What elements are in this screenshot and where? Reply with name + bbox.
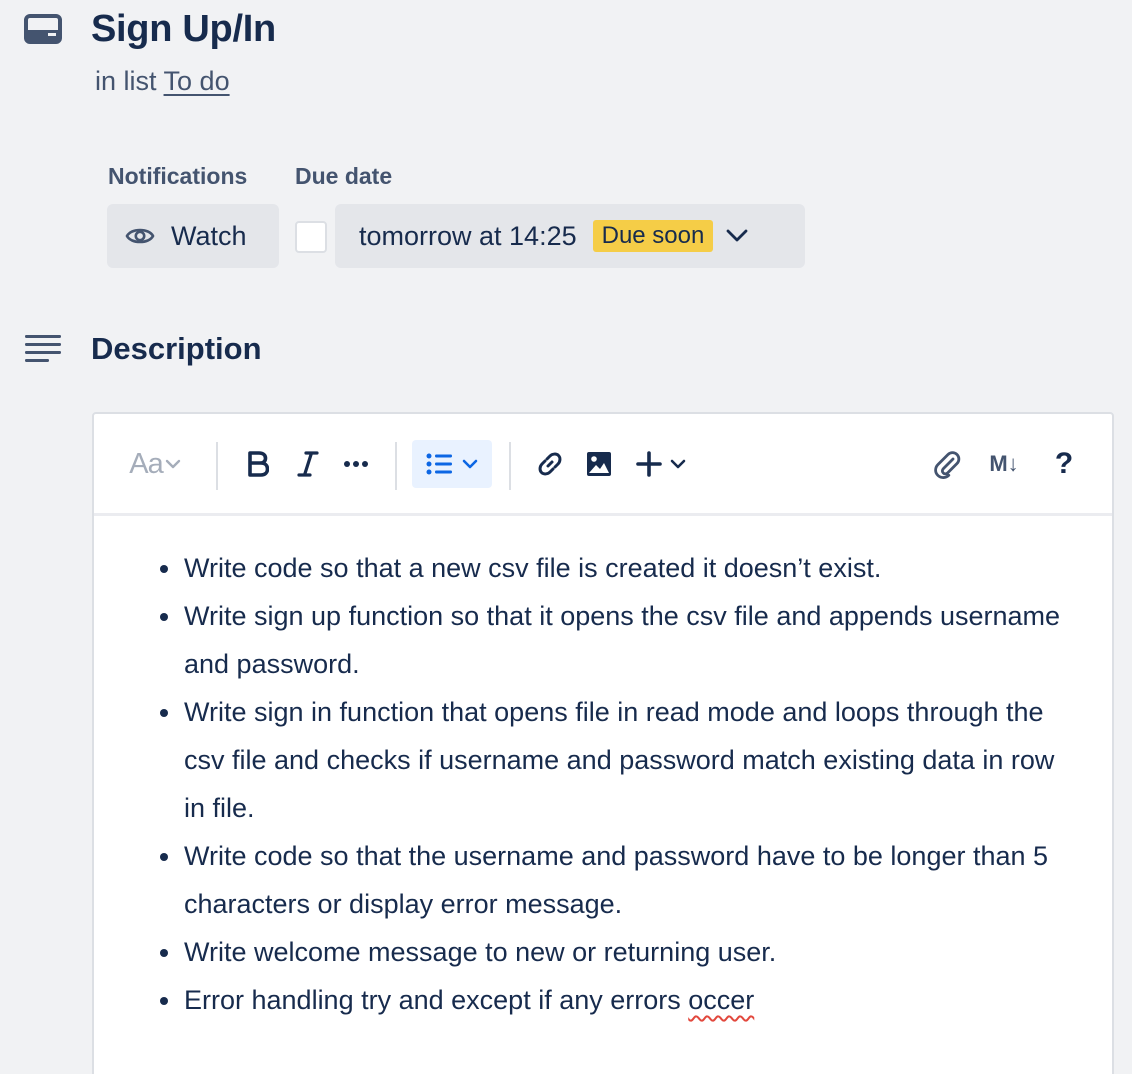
markdown-icon: M↓ [989, 451, 1019, 476]
italic-icon [297, 451, 319, 477]
bullet-list-icon [426, 453, 452, 475]
notifications-label: Notifications [108, 163, 248, 189]
card-title[interactable]: Sign Up/In [91, 6, 276, 52]
list-info: in list To do [95, 64, 230, 98]
image-icon [587, 452, 611, 476]
italic-button[interactable] [288, 444, 328, 484]
help-icon: ? [1054, 447, 1074, 480]
chevron-down-icon [165, 459, 180, 469]
description-content[interactable]: Write code so that a new csv file is cre… [94, 544, 1112, 1024]
task-list: Write code so that a new csv file is cre… [94, 544, 1112, 1024]
more-formatting-icon [344, 461, 368, 467]
insert-icon [636, 451, 662, 477]
bold-icon [248, 451, 269, 477]
image-button[interactable] [579, 444, 619, 484]
list-item: Write welcome message to new or returnin… [183, 928, 1072, 976]
link-button[interactable] [530, 444, 570, 484]
insert-button[interactable] [630, 444, 692, 484]
description-editor[interactable]: Aa M↓ ? • Write code so that a new csv f… [92, 412, 1114, 1074]
misspelled-word: occer [688, 985, 755, 1015]
due-complete-checkbox[interactable] [295, 221, 327, 253]
link-icon [538, 452, 562, 476]
card-icon [24, 14, 62, 44]
list-item: Write code so that the username and pass… [183, 832, 1072, 928]
attachment-icon [934, 451, 961, 479]
help-button[interactable]: ? [1044, 444, 1084, 484]
markdown-button[interactable]: M↓ [980, 444, 1028, 484]
list-prefix: in list [95, 66, 157, 96]
due-date-button[interactable]: tomorrow at 14:25 Due soon [335, 204, 805, 268]
more-formatting-button[interactable] [336, 444, 376, 484]
watch-label: Watch [171, 220, 247, 251]
text-style-button[interactable]: Aa [120, 440, 190, 488]
toolbar-divider [216, 442, 218, 490]
toolbar-divider [395, 442, 397, 490]
list-item: Error handling try and except if any err… [183, 976, 1072, 1024]
bullet-list-button[interactable] [412, 440, 492, 488]
due-date-value: tomorrow at 14:25 [359, 220, 577, 251]
list-item-text: Error handling try and except if any err… [184, 985, 689, 1015]
attachment-button[interactable] [927, 444, 967, 484]
editor-toolbar: Aa M↓ ? [94, 414, 1112, 516]
card-detail-page: Sign Up/In in list To do Notifications W… [0, 0, 1132, 1074]
bold-button[interactable] [238, 444, 278, 484]
text-style-icon: Aa [129, 447, 163, 480]
eye-icon [125, 228, 155, 244]
description-title: Description [91, 331, 262, 366]
due-date-label: Due date [295, 163, 393, 189]
list-item: Write sign in function that opens file i… [183, 688, 1072, 832]
list-item: Write code so that a new csv file is cre… [183, 544, 1072, 592]
toolbar-divider [509, 442, 511, 490]
chevron-down-icon [726, 229, 748, 242]
list-link[interactable]: To do [164, 66, 230, 96]
list-item: Write sign up function so that it opens … [183, 592, 1072, 688]
description-icon [25, 335, 61, 362]
due-soon-badge: Due soon [592, 220, 714, 252]
chevron-down-icon [670, 459, 686, 469]
chevron-down-icon [462, 459, 478, 469]
watch-button[interactable]: Watch [107, 204, 279, 268]
